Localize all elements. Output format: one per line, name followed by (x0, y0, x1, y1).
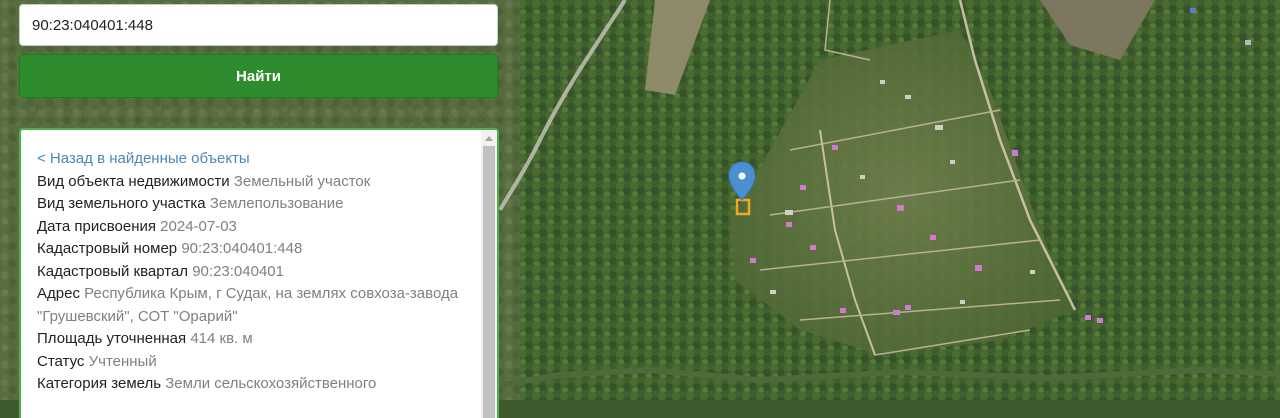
info-row: Дата присвоения 2024-07-03 (37, 216, 477, 239)
info-row-label: Вид земельного участка (37, 195, 206, 212)
info-row-value: 90:23:040401 (192, 262, 284, 280)
cadastral-search-input[interactable] (19, 4, 498, 46)
info-row-value: 2024-07-03 (160, 217, 237, 235)
info-row-value: 90:23:040401:448 (181, 240, 303, 257)
info-row: Кадастровый номер 90:23:040401:448 (37, 238, 477, 261)
scroll-thumb[interactable] (483, 146, 495, 418)
info-row: Категория земель Земли сельскохозяйствен… (37, 373, 477, 396)
info-row-value: Учтенный (88, 352, 157, 370)
info-row-label: Категория земель (37, 375, 162, 392)
info-row: Адрес Республика Крым, г Судак, на земля… (37, 283, 477, 328)
info-row-value: Земельный участок (233, 172, 371, 190)
info-row: Вид объекта недвижимости Земельный участ… (37, 171, 477, 194)
info-row-label: Дата присвоения (37, 217, 156, 235)
info-row-label: Вид объекта недвижимости (37, 172, 230, 190)
info-row-label: Кадастровый номер (37, 240, 178, 257)
info-row-label: Статус (37, 352, 85, 370)
find-button[interactable]: Найти (19, 54, 498, 98)
info-row-value: Республика Крым, г Судак, на землях совх… (37, 285, 459, 325)
info-row-value: Земли сельскохозяйственного (165, 375, 377, 392)
info-row-value: 414 кв. м (190, 330, 253, 347)
info-row: Статус Учтенный (37, 351, 477, 374)
info-row: Вид земельного участка Землепользование (37, 193, 477, 216)
info-row-label: Площадь уточненная (37, 330, 187, 347)
info-row-label: Адрес (37, 285, 80, 302)
info-row: Площадь уточненная 414 кв. м (37, 328, 477, 351)
object-info-list: < Назад в найденные объекты Вид объекта … (37, 148, 477, 396)
info-row: Кадастровый квартал 90:23:040401 (37, 261, 477, 284)
object-info-panel: < Назад в найденные объекты Вид объекта … (19, 128, 499, 418)
info-row-label: Кадастровый квартал (37, 262, 189, 280)
info-row-value: Землепользование (209, 195, 344, 212)
scroll-up-arrow-icon[interactable] (485, 136, 493, 141)
info-panel-scrollbar[interactable] (481, 130, 497, 418)
back-to-results-link[interactable]: < Назад в найденные объекты (37, 148, 477, 171)
